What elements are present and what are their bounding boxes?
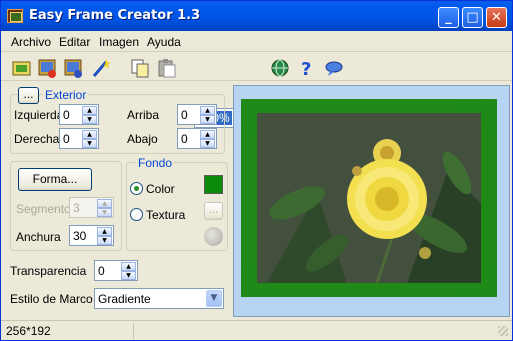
menu-archivo[interactable]: Archivo [11, 35, 51, 49]
anchura-spinner[interactable]: 30 ▲ ▼ [69, 225, 114, 246]
textura-radio-label: Textura [146, 208, 186, 222]
fondo-group-title: Fondo [136, 156, 175, 170]
open-image-icon[interactable] [37, 57, 59, 79]
chat-icon[interactable] [323, 57, 345, 79]
segmentos-label: Segmentos [16, 202, 77, 216]
resize-grip-icon[interactable] [498, 326, 508, 336]
menu-ayuda[interactable]: Ayuda [147, 35, 181, 49]
menu-imagen[interactable]: Imagen [99, 35, 139, 49]
spin-up-icon[interactable]: ▲ [97, 199, 112, 208]
color-radio-label: Color [146, 182, 175, 196]
color-radio[interactable] [130, 182, 143, 195]
spin-down-icon[interactable]: ▼ [97, 236, 112, 245]
spin-up-icon[interactable]: ▲ [121, 262, 136, 271]
spin-down-icon[interactable]: ▼ [121, 271, 136, 280]
izquierda-label: Izquierda [14, 108, 64, 122]
transparencia-spinner[interactable]: 0 ▲ ▼ [94, 260, 138, 281]
menu-editar[interactable]: Editar [59, 35, 90, 49]
derecha-spinner[interactable]: 0 ▲ ▼ [59, 128, 99, 149]
open-frame-icon[interactable] [11, 57, 33, 79]
app-window: Easy Frame Creator 1.3 _ □ ✕ Archivo Edi… [0, 0, 513, 341]
estilo-select[interactable]: Gradiente ▼ [94, 288, 224, 309]
textura-radio[interactable] [130, 208, 143, 221]
spin-down-icon[interactable]: ▼ [82, 115, 97, 124]
image-size-status: 256*192 [6, 324, 51, 338]
color-swatch[interactable] [204, 175, 223, 194]
magic-wand-icon[interactable] [90, 57, 112, 79]
arriba-spinner[interactable]: 0 ▲ ▼ [177, 104, 217, 125]
segmentos-spinner[interactable]: 3 ▲ ▼ [69, 197, 114, 218]
status-divider [133, 323, 134, 339]
svg-text:?: ? [301, 59, 311, 79]
anchura-label: Anchura [16, 230, 61, 244]
abajo-label: Abajo [127, 132, 158, 146]
arriba-label: Arriba [127, 108, 160, 122]
spin-down-icon[interactable]: ▼ [200, 115, 215, 124]
derecha-label: Derecha [14, 132, 60, 146]
izquierda-spinner[interactable]: 0 ▲ ▼ [59, 104, 99, 125]
copy-icon[interactable] [129, 57, 151, 79]
minimize-button[interactable]: _ [438, 7, 459, 28]
estilo-value: Gradiente [98, 292, 151, 306]
frame-preview [241, 99, 497, 297]
spin-up-icon[interactable]: ▲ [200, 106, 215, 115]
paste-icon[interactable] [156, 57, 178, 79]
window-title: Easy Frame Creator 1.3 [29, 8, 201, 23]
forma-button[interactable]: Forma... [18, 168, 92, 191]
abajo-spinner[interactable]: 0 ▲ ▼ [177, 128, 217, 149]
help-icon[interactable]: ? [296, 57, 318, 79]
spin-up-icon[interactable]: ▲ [200, 130, 215, 139]
maximize-button[interactable]: □ [462, 7, 483, 28]
close-button[interactable]: ✕ [486, 7, 507, 28]
textura-browse-button[interactable]: ... [204, 202, 223, 220]
exterior-group-title: Exterior [43, 88, 89, 102]
toolbar: 100% ▼ ? [1, 53, 512, 128]
texture-preview-icon [204, 227, 223, 246]
estilo-label: Estilo de Marco [10, 292, 93, 306]
globe-icon[interactable] [269, 57, 291, 79]
status-bar: 256*192 [1, 320, 512, 340]
chevron-down-icon[interactable]: ▼ [206, 290, 222, 307]
spin-down-icon[interactable]: ▼ [200, 139, 215, 148]
spin-up-icon[interactable]: ▲ [82, 130, 97, 139]
save-image-icon[interactable] [63, 57, 85, 79]
transparencia-label: Transparencia [10, 264, 87, 278]
exterior-options-button[interactable]: ... [18, 87, 39, 104]
spin-up-icon[interactable]: ▲ [82, 106, 97, 115]
photo-preview [257, 113, 481, 284]
app-icon[interactable] [7, 9, 23, 23]
title-bar[interactable]: Easy Frame Creator 1.3 _ □ ✕ [1, 1, 512, 31]
spin-down-icon[interactable]: ▼ [82, 139, 97, 148]
spin-up-icon[interactable]: ▲ [97, 227, 112, 236]
menu-bar: Archivo Editar Imagen Ayuda [1, 32, 512, 52]
spin-down-icon[interactable]: ▼ [97, 208, 112, 217]
flower-image [257, 113, 481, 284]
